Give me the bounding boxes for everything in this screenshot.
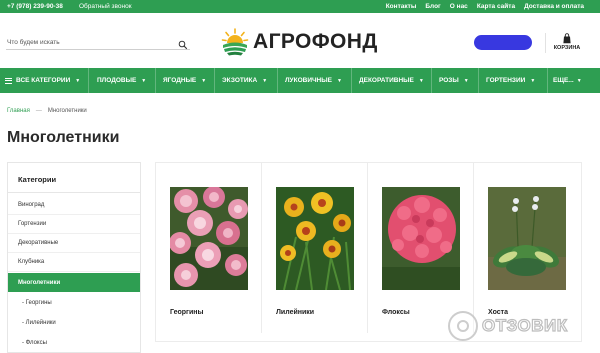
- nav-item-berries[interactable]: ЯГОДНЫЕ ▼: [163, 68, 206, 93]
- nav-separator: [351, 68, 352, 93]
- breadcrumb-separator: —: [35, 108, 42, 114]
- chevron-down-icon: ▼: [418, 77, 424, 84]
- nav-separator: [478, 68, 479, 93]
- product-image[interactable]: [488, 187, 566, 290]
- nav-item-roses[interactable]: РОЗЫ ▼: [439, 68, 469, 93]
- breadcrumb-home[interactable]: Главная: [7, 108, 30, 114]
- sidebar-item-perennials[interactable]: Многолетники: [8, 273, 140, 292]
- shopping-bag-icon: [552, 33, 582, 44]
- nav-item-fruit[interactable]: ПЛОДОВЫЕ ▼: [97, 68, 146, 93]
- nav-item-all-categories[interactable]: ВСЕ КАТЕГОРИИ ▼: [5, 68, 80, 93]
- callback-link[interactable]: Обратный звонок: [79, 3, 132, 10]
- menu-icon: [5, 77, 12, 84]
- nav-item-exotic[interactable]: ЭКЗОТИКА ▼: [222, 68, 267, 93]
- product-card-dahlias[interactable]: Георгины: [156, 163, 262, 333]
- chevron-down-icon: ▼: [262, 77, 268, 84]
- nav-item-decorative[interactable]: ДЕКОРАТИВНЫЕ ▼: [359, 68, 424, 93]
- nav-item-more[interactable]: ЕЩЕ... ▼: [553, 68, 582, 93]
- top-link-sitemap[interactable]: Карта сайта: [477, 3, 515, 10]
- nav-separator: [431, 68, 432, 93]
- top-link-about[interactable]: О нас: [450, 3, 468, 10]
- product-image[interactable]: [170, 187, 248, 290]
- phone-number[interactable]: +7 (978) 239-90-38: [7, 3, 63, 10]
- top-links: Контакты Блог О нас Карта сайта Доставка…: [386, 3, 584, 10]
- nav-item-label: ЕЩЕ...: [553, 77, 574, 84]
- nav-item-label: ЭКЗОТИКА: [222, 77, 258, 84]
- page-title: Многолетники: [7, 129, 120, 146]
- nav-item-bulbs[interactable]: ЛУКОВИЧНЫЕ ▼: [285, 68, 342, 93]
- nav-item-label: РОЗЫ: [439, 77, 459, 84]
- blurred-phone-number: [474, 35, 532, 50]
- top-link-delivery[interactable]: Доставка и оплата: [524, 3, 584, 10]
- chevron-down-icon: ▼: [336, 77, 342, 84]
- top-link-contacts[interactable]: Контакты: [386, 3, 417, 10]
- nav-item-label: ЛУКОВИЧНЫЕ: [285, 77, 332, 84]
- breadcrumb: Главная — Многолетники: [7, 108, 87, 114]
- chevron-down-icon: ▼: [75, 77, 81, 84]
- chevron-down-icon: ▼: [530, 77, 536, 84]
- sidebar-item-decorative[interactable]: Декоративные: [8, 234, 140, 253]
- site-logo[interactable]: АГРОФОНД: [220, 27, 378, 57]
- divider: [8, 192, 140, 193]
- product-name[interactable]: Флоксы: [382, 309, 410, 316]
- sun-field-logo-icon: [220, 27, 250, 57]
- otzovik-watermark: ОТЗОВИК: [448, 309, 596, 343]
- sidebar-item-phlox[interactable]: - Флоксы: [8, 333, 140, 352]
- cart-label: КОРЗИНА: [553, 45, 581, 51]
- nav-item-label: ПЛОДОВЫЕ: [97, 77, 137, 84]
- nav-item-label: ДЕКОРАТИВНЫЕ: [359, 77, 414, 84]
- nav-separator: [88, 68, 89, 93]
- nav-item-label: ГОРТЕНЗИИ: [486, 77, 526, 84]
- nav-separator: [155, 68, 156, 93]
- nav-separator: [547, 68, 548, 93]
- category-sidebar: Категории Виноград Гортензии Декоративны…: [7, 162, 141, 353]
- otzovik-logo-icon: [448, 311, 478, 341]
- chevron-down-icon: ▼: [576, 77, 582, 84]
- sidebar-item-daylilies[interactable]: - Лилейники: [8, 313, 140, 332]
- chevron-down-icon: ▼: [141, 77, 147, 84]
- logo-text: АГРОФОНД: [253, 30, 378, 53]
- nav-item-label: ЯГОДНЫЕ: [163, 77, 197, 84]
- sidebar-title: Категории: [18, 175, 57, 184]
- cart-button[interactable]: КОРЗИНА: [552, 33, 582, 51]
- top-bar: +7 (978) 239-90-38 Обратный звонок Конта…: [0, 0, 600, 13]
- product-card-hosta[interactable]: Хоста: [474, 163, 580, 333]
- watermark-text: ОТЗОВИК: [481, 315, 568, 335]
- nav-separator: [214, 68, 215, 93]
- product-name[interactable]: Георгины: [170, 309, 203, 316]
- nav-item-label: ВСЕ КАТЕГОРИИ: [16, 77, 71, 84]
- nav-item-hydrangeas[interactable]: ГОРТЕНЗИИ ▼: [486, 68, 535, 93]
- sidebar-item-grapes[interactable]: Виноград: [8, 196, 140, 215]
- search-icon[interactable]: [178, 37, 188, 50]
- product-card-phlox[interactable]: Флоксы: [368, 163, 474, 333]
- product-image[interactable]: [276, 187, 354, 290]
- search-placeholder: Что будем искать: [7, 39, 60, 46]
- nav-separator: [277, 68, 278, 93]
- sidebar-item-strawberry[interactable]: Клубника: [8, 253, 140, 272]
- chevron-down-icon: ▼: [201, 77, 207, 84]
- product-name[interactable]: Лилейники: [276, 309, 314, 316]
- product-image[interactable]: [382, 187, 460, 290]
- breadcrumb-current: Многолетники: [47, 108, 87, 114]
- sidebar-item-hydrangeas[interactable]: Гортензии: [8, 215, 140, 234]
- top-link-blog[interactable]: Блог: [425, 3, 440, 10]
- chevron-down-icon: ▼: [463, 77, 469, 84]
- product-card-daylilies[interactable]: Лилейники: [262, 163, 368, 333]
- sidebar-item-dahlias[interactable]: - Георгины: [8, 293, 140, 312]
- main-nav: ВСЕ КАТЕГОРИИ ▼ ПЛОДОВЫЕ ▼ ЯГОДНЫЕ ▼ ЭКЗ…: [0, 68, 600, 93]
- header-divider: [545, 33, 546, 53]
- search-input[interactable]: Что будем искать: [6, 35, 190, 50]
